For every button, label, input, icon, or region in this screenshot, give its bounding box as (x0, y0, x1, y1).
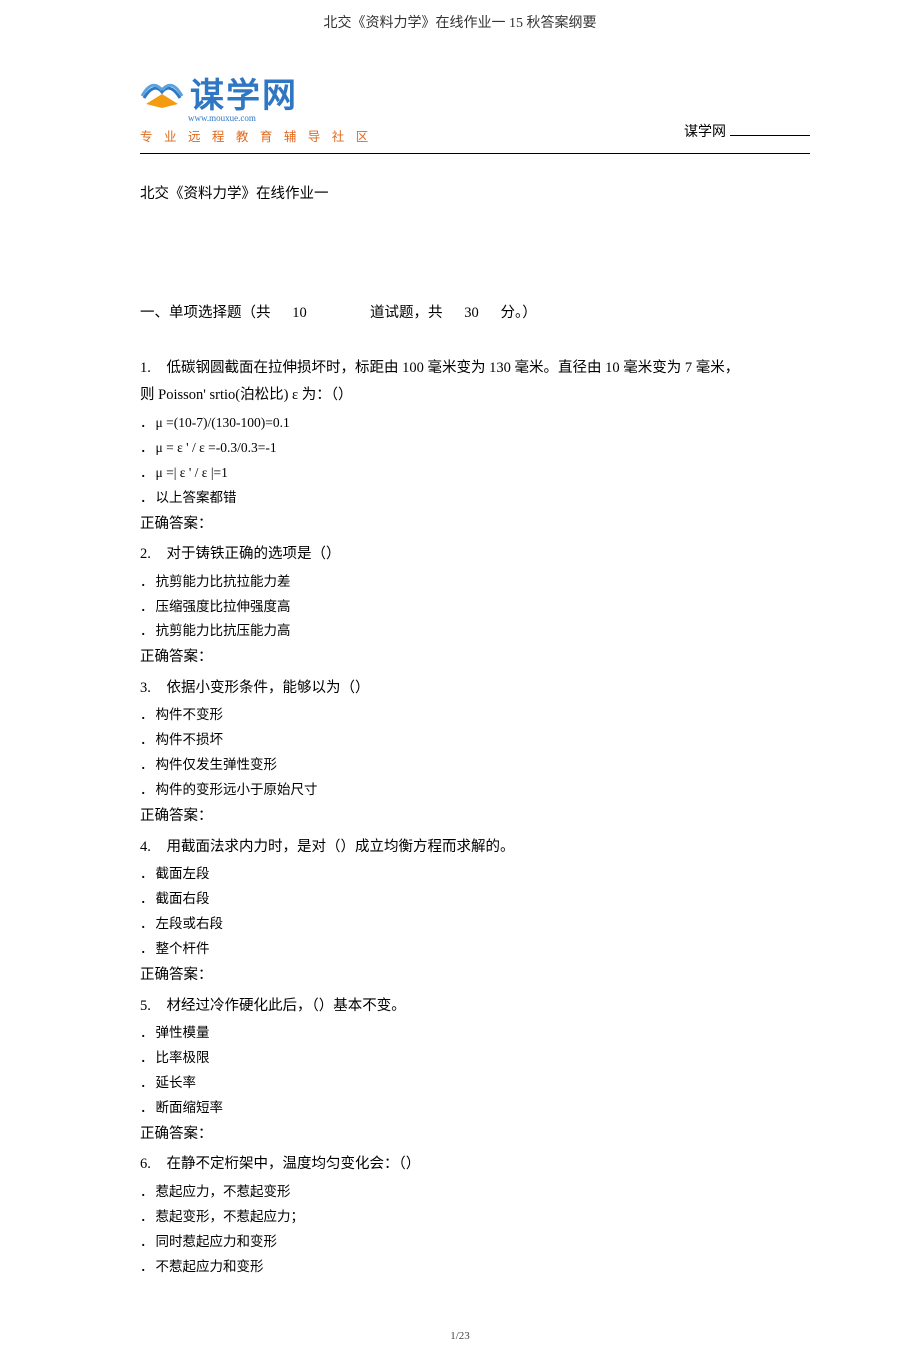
page-header: 北交《资料力学》在线作业一 15 秋答案纲要 (0, 0, 920, 40)
brand-right: 谋学网 (684, 121, 810, 141)
question-number: 5. (140, 994, 151, 1019)
section-count: 10 (292, 305, 307, 321)
option: 断面缩短率 (140, 1096, 810, 1121)
question-stem: 4. 用截面法求内力时，是对（）成立均衡方程而求解的。 (140, 835, 810, 860)
question-text: 对于铸铁正确的选项是（） (167, 546, 341, 562)
logo-block: 谋学网 www.mouxue.com 专 业 远 程 教 育 辅 导 社 区 (140, 68, 372, 145)
logo-url: www.mouxue.com (188, 113, 372, 123)
question-text: 材经过冷作硬化此后，（）基本不变。 (167, 998, 406, 1014)
option: 构件不损坏 (140, 728, 810, 753)
question-stem: 5. 材经过冷作硬化此后，（）基本不变。 (140, 994, 810, 1019)
option: 弹性模量 (140, 1021, 810, 1046)
option: 以上答案都错 (140, 486, 810, 511)
answer-label: 正确答案： (140, 511, 810, 539)
brand-right-label: 谋学网 (684, 121, 726, 141)
question-text: 在静不定桁架中，温度均匀变化会：（） (167, 1156, 421, 1172)
option: 压缩强度比拉伸强度高 (140, 595, 810, 620)
logo-subtitle: 专 业 远 程 教 育 辅 导 社 区 (140, 126, 372, 145)
option: 同时惹起应力和变形 (140, 1230, 810, 1255)
question-number: 3. (140, 676, 151, 701)
section-heading: 一、单项选择题（共 10 道试题，共 30 分。） (140, 301, 810, 322)
page-footer: 1/23 (0, 1324, 920, 1356)
option: 左段或右段 (140, 912, 810, 937)
question-stem: 1. 低碳钢圆截面在拉伸损坏时，标距由 100 毫米变为 130 毫米。直径由 … (140, 356, 810, 381)
answer-label: 正确答案： (140, 644, 810, 672)
question-stem: 3. 依据小变形条件，能够以为（） (140, 676, 810, 701)
horizontal-rule (140, 153, 810, 154)
header-title: 北交《资料力学》在线作业一 15 秋答案纲要 (324, 16, 597, 31)
question-block: 5. 材经过冷作硬化此后，（）基本不变。 弹性模量 比率极限 延长率 断面缩短率… (140, 994, 810, 1149)
answer-label: 正确答案： (140, 962, 810, 990)
question-number: 2. (140, 542, 151, 567)
section-prefix: 一、单项选择题（共 (140, 305, 271, 321)
section-score: 30 (464, 305, 479, 321)
page-content: 谋学网 www.mouxue.com 专 业 远 程 教 育 辅 导 社 区 谋… (0, 68, 920, 1324)
question-text: 低碳钢圆截面在拉伸损坏时，标距由 100 毫米变为 130 毫米。直径由 10 … (167, 360, 740, 376)
option: 不惹起应力和变形 (140, 1255, 810, 1280)
question-block: 3. 依据小变形条件，能够以为（） 构件不变形 构件不损坏 构件仅发生弹性变形 … (140, 676, 810, 831)
option: 比率极限 (140, 1046, 810, 1071)
option: 构件仅发生弹性变形 (140, 753, 810, 778)
option: 截面右段 (140, 887, 810, 912)
option: μ =(10-7)/(130-100)=0.1 (140, 411, 810, 436)
option: 抗剪能力比抗压能力高 (140, 619, 810, 644)
section-mid: 道试题，共 (370, 305, 443, 321)
logo-text: 谋学网 (190, 68, 298, 117)
doc-title: 北交《资料力学》在线作业一 (140, 182, 810, 203)
option: 整个杆件 (140, 937, 810, 962)
question-text: 用截面法求内力时，是对（）成立均衡方程而求解的。 (167, 839, 515, 855)
option: 构件不变形 (140, 703, 810, 728)
blank-underline (730, 122, 810, 136)
question-number: 1. (140, 356, 151, 381)
answer-label: 正确答案： (140, 1121, 810, 1149)
option: μ =| ε ' / ε |=1 (140, 461, 810, 486)
section-suffix: 分。） (501, 305, 537, 321)
question-block: 2. 对于铸铁正确的选项是（） 抗剪能力比抗拉能力差 压缩强度比拉伸强度高 抗剪… (140, 542, 810, 672)
page-number: 1/23 (450, 1330, 470, 1342)
question-stem: 6. 在静不定桁架中，温度均匀变化会：（） (140, 1152, 810, 1177)
logo-icon (140, 74, 184, 112)
option: 截面左段 (140, 862, 810, 887)
question-stem: 2. 对于铸铁正确的选项是（） (140, 542, 810, 567)
option: 构件的变形远小于原始尺寸 (140, 778, 810, 803)
question-text: 依据小变形条件，能够以为（） (167, 680, 370, 696)
option: 惹起变形，不惹起应力； (140, 1205, 810, 1230)
option: 延长率 (140, 1071, 810, 1096)
question-block: 1. 低碳钢圆截面在拉伸损坏时，标距由 100 毫米变为 130 毫米。直径由 … (140, 356, 810, 538)
question-stem-line2: 则 Poisson' srtio(泊松比) ε 为：（） (140, 383, 810, 408)
question-block: 6. 在静不定桁架中，温度均匀变化会：（） 惹起应力，不惹起变形 惹起变形，不惹… (140, 1152, 810, 1279)
option: 抗剪能力比抗拉能力差 (140, 570, 810, 595)
question-number: 4. (140, 835, 151, 860)
option: 惹起应力，不惹起变形 (140, 1180, 810, 1205)
question-number: 6. (140, 1152, 151, 1177)
option: μ = ε ' / ε =-0.3/0.3=-1 (140, 436, 810, 461)
question-block: 4. 用截面法求内力时，是对（）成立均衡方程而求解的。 截面左段 截面右段 左段… (140, 835, 810, 990)
answer-label: 正确答案： (140, 803, 810, 831)
logo-row: 谋学网 www.mouxue.com 专 业 远 程 教 育 辅 导 社 区 谋… (140, 68, 810, 145)
